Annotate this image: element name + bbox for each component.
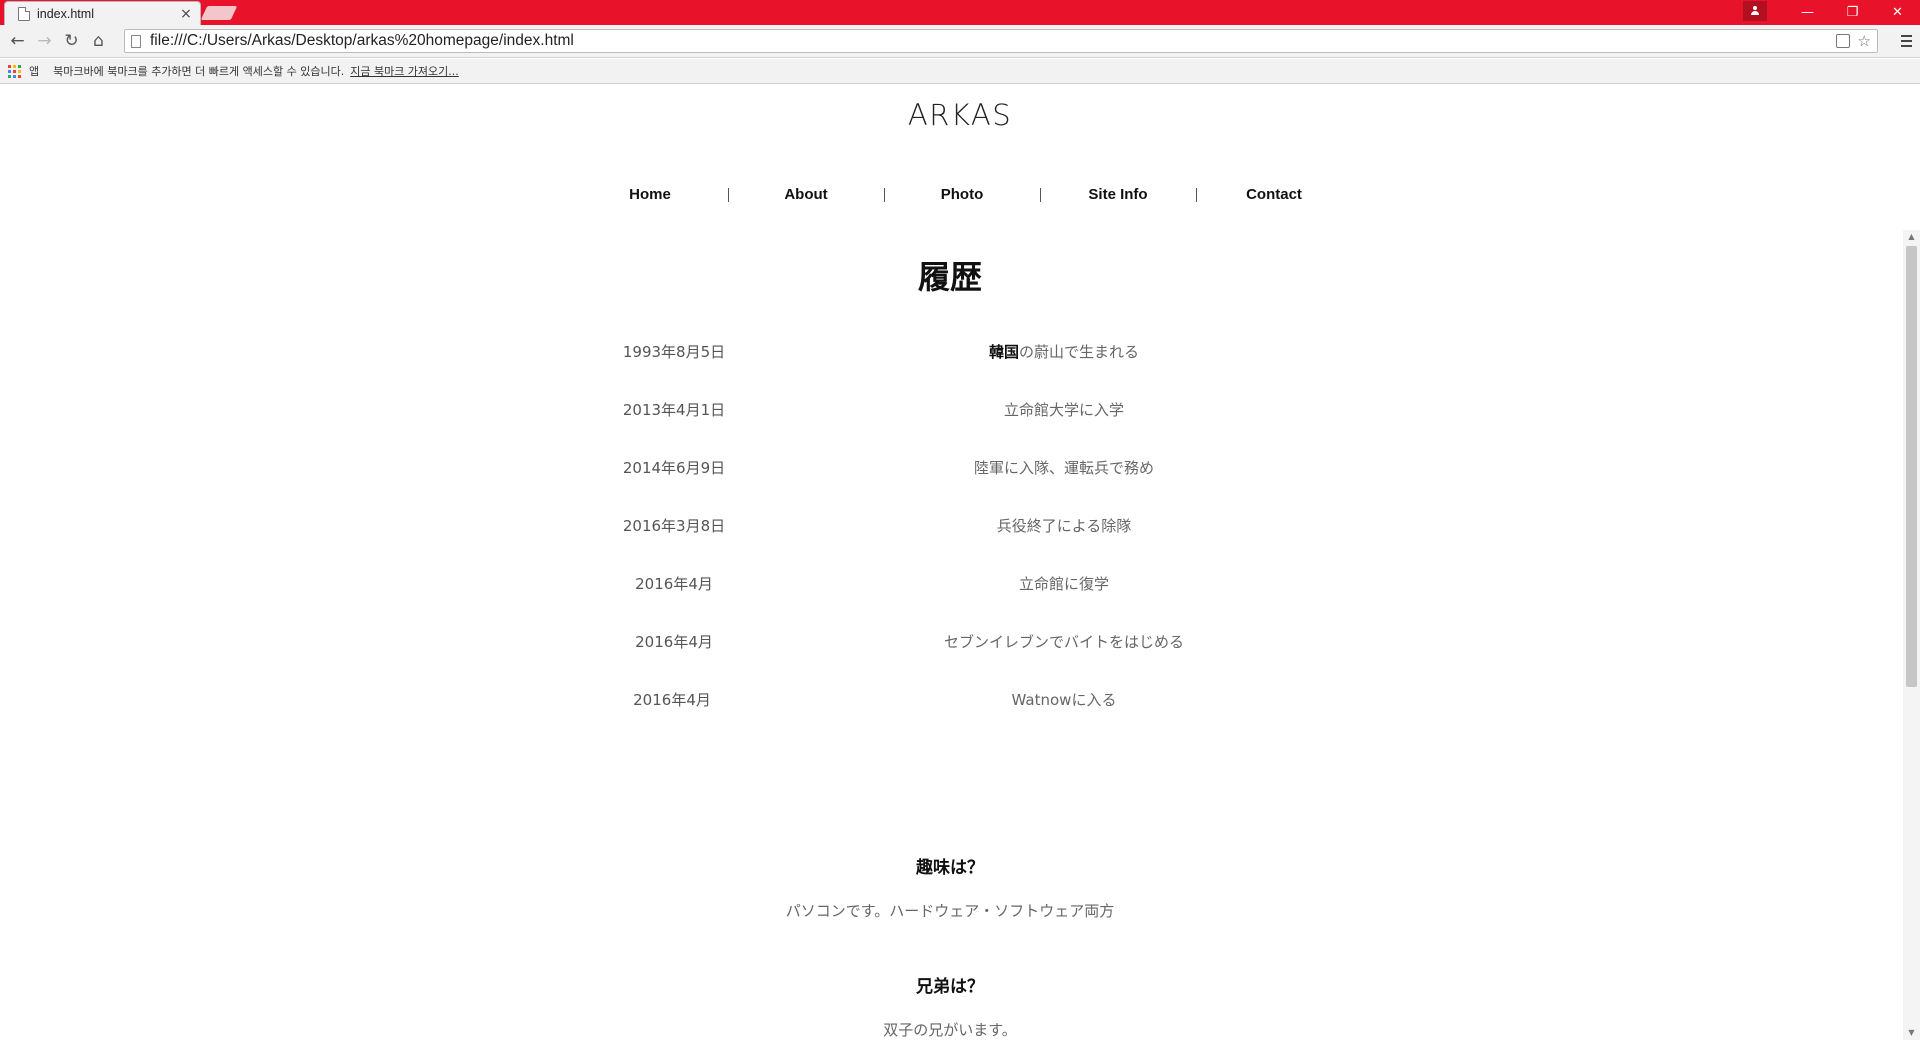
- history-description: 陸軍に入隊、運転兵で務め: [973, 459, 1154, 477]
- tab-close-icon[interactable]: ×: [178, 6, 194, 22]
- history-row: 2013年4月1日 立命館大学に入学: [0, 399, 1900, 423]
- nav-divider: [1040, 188, 1041, 202]
- page-icon: [131, 34, 141, 48]
- window-controls: — ❐ ✕: [1743, 0, 1920, 25]
- history-row: 2016年4月 セブンイレブンでバイトをはじめる: [0, 631, 1900, 655]
- home-button[interactable]: ⌂: [85, 28, 112, 55]
- history-row: 2016年4月 Watnowに入る: [0, 689, 1900, 713]
- menu-bar: [1900, 40, 1912, 42]
- history-description: Watnowに入る: [1011, 691, 1117, 709]
- translate-icon[interactable]: [1835, 34, 1850, 48]
- bookmarks-bar: 앱 북마크바에 북마크를 추가하면 더 빠르게 액세스할 수 있습니다. 지금 …: [0, 59, 1920, 84]
- history-description: 兵役終了による除隊: [996, 517, 1132, 535]
- history-description: 立命館に復学: [1018, 575, 1109, 593]
- bookmarks-bar-message: 북마크바에 북마크를 추가하면 더 빠르게 액세스할 수 있습니다.: [53, 65, 345, 78]
- history-description-text: の蔚山で生まれる: [1019, 343, 1140, 361]
- history-date: 2016年4月: [635, 575, 713, 593]
- history-date: 2016年3月8日: [622, 517, 726, 535]
- faq-question: 趣味は？: [916, 858, 984, 878]
- faq-question: 兄弟は？: [916, 977, 984, 997]
- faq-answer: 双子の兄がいます。: [883, 1021, 1017, 1039]
- chrome-menu-button[interactable]: [1896, 30, 1916, 52]
- profile-button[interactable]: [1743, 0, 1767, 21]
- scroll-down-arrow-icon[interactable]: ▼: [1903, 1026, 1920, 1040]
- nav-item-about[interactable]: About: [784, 186, 827, 203]
- apps-grid-dot: [13, 69, 16, 73]
- restore-button[interactable]: ❐: [1830, 0, 1875, 25]
- browser-tab[interactable]: index.html ×: [4, 1, 201, 25]
- nav-divider: [728, 188, 729, 202]
- apps-label[interactable]: 앱: [29, 63, 39, 79]
- browser-titlebar: index.html × — ❐ ✕: [0, 0, 1920, 25]
- apps-grid-dot: [8, 69, 11, 73]
- nav-divider: [884, 188, 885, 202]
- browser-toolbar: ← → ↻ ⌂ file:///C:/Users/Arkas/Desktop/a…: [0, 25, 1920, 58]
- new-tab-button[interactable]: [200, 6, 238, 20]
- scroll-up-arrow-icon[interactable]: ▲: [1903, 230, 1920, 244]
- history-heading: 履歴: [917, 258, 982, 296]
- history-date: 2016年4月: [633, 691, 711, 709]
- history-description: 立命館大学に入学: [1003, 401, 1124, 419]
- menu-bar: [1900, 45, 1912, 47]
- nav-item-contact[interactable]: Contact: [1246, 186, 1302, 203]
- scroll-thumb[interactable]: [1906, 246, 1917, 687]
- apps-grid-icon[interactable]: [8, 64, 21, 78]
- history-date: 1993年8月5日: [622, 343, 726, 361]
- global-nav: Home About Photo Site Info Contact: [0, 186, 1920, 210]
- menu-bar: [1900, 35, 1912, 37]
- apps-grid-dot: [18, 74, 21, 78]
- history-row: 1993年8月5日 韓国の蔚山で生まれる: [0, 341, 1900, 365]
- nav-divider: [1196, 188, 1197, 202]
- history-row: 2016年3月8日 兵役終了による除隊: [0, 515, 1900, 539]
- apps-grid-dot: [8, 64, 11, 68]
- close-window-button[interactable]: ✕: [1875, 0, 1920, 25]
- apps-grid-dot: [18, 69, 21, 73]
- back-button[interactable]: ←: [4, 28, 31, 55]
- nav-item-photo[interactable]: Photo: [941, 186, 984, 203]
- forward-button[interactable]: →: [31, 28, 58, 55]
- apps-grid-dot: [13, 64, 16, 68]
- url-text[interactable]: file:///C:/Users/Arkas/Desktop/arkas%20h…: [150, 32, 1828, 50]
- vertical-scrollbar[interactable]: ▲ ▼: [1903, 230, 1920, 1040]
- person-icon: [1751, 6, 1759, 15]
- site-title: ARKAS: [907, 98, 1013, 132]
- history-date: 2013年4月1日: [622, 401, 726, 419]
- minimize-button[interactable]: —: [1785, 0, 1830, 25]
- history-description: セブンイレブンでバイトをはじめる: [943, 633, 1184, 651]
- apps-grid-dot: [18, 64, 21, 68]
- reload-button[interactable]: ↻: [58, 28, 85, 55]
- faq-answer: パソコンです。ハードウェア・ソフトウェア両方: [785, 902, 1115, 920]
- history-description: 韓国の蔚山で生まれる: [864, 341, 1264, 362]
- tab-title: index.html: [37, 6, 94, 21]
- apps-grid-dot: [8, 74, 11, 78]
- history-row: 2014年6月9日 陸軍に入隊、運転兵で務め: [0, 457, 1900, 481]
- bookmark-star-icon[interactable]: ☆: [1858, 32, 1871, 50]
- apps-grid-dot: [13, 74, 16, 78]
- page-viewport: ARKAS Home About Photo Site Info Contact…: [0, 85, 1920, 1040]
- nav-item-home[interactable]: Home: [629, 186, 671, 203]
- import-bookmarks-link[interactable]: 지금 북마크 가져오기...: [350, 63, 459, 79]
- history-date: 2016年4月: [635, 633, 713, 651]
- nav-item-site-info[interactable]: Site Info: [1088, 186, 1147, 203]
- address-bar[interactable]: file:///C:/Users/Arkas/Desktop/arkas%20h…: [124, 29, 1878, 53]
- history-row: 2016年4月 立命館に復学: [0, 573, 1900, 597]
- document-icon: [18, 6, 30, 21]
- history-description-bold: 韓国: [988, 343, 1019, 361]
- history-date: 2014年6月9日: [622, 459, 726, 477]
